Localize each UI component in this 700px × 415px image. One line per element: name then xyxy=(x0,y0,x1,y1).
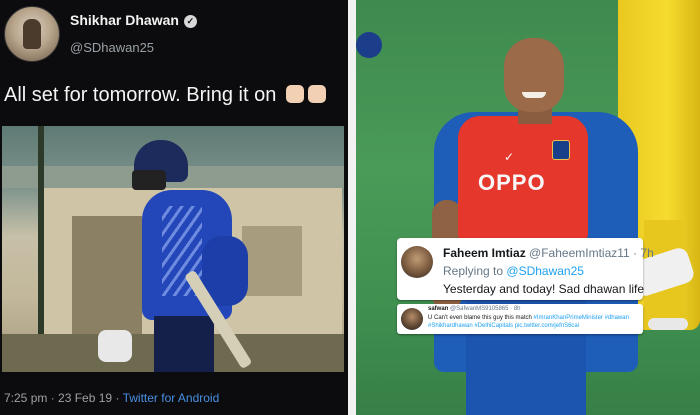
reply-header: Faheem Imtiaz @FaheemImtiaz11 · 7h xyxy=(443,246,654,260)
tweet-text: All set for tomorrow. Bring it on xyxy=(4,84,326,107)
reply2-text: U Can't even blame this guy this match xyxy=(428,315,532,321)
panel-divider xyxy=(348,0,356,415)
replying-to-line: Replying to @SDhawan25 xyxy=(443,264,584,278)
team-crest-icon xyxy=(552,140,570,160)
batsman-legs xyxy=(154,316,214,372)
author-name[interactable]: Shikhar Dhawan xyxy=(70,12,179,28)
reply2-avatar[interactable] xyxy=(401,308,423,330)
background-player-cap xyxy=(356,32,382,58)
hashtag-link[interactable]: #Shikhardhawan xyxy=(428,323,473,329)
hashtag-link[interactable]: #ImranKhanPrimeMinister xyxy=(534,315,603,321)
author-handle[interactable]: @SDhawan25 xyxy=(70,40,154,55)
hashtag-link[interactable]: #dhawan xyxy=(605,315,629,321)
tweet-screenshot-panel: Shikhar Dhawan ✓ @SDhawan25 All set for t… xyxy=(0,0,348,415)
tweet-date: 23 Feb 19 xyxy=(58,391,113,405)
reply2-text-line1: U Can't even blame this guy this match #… xyxy=(428,315,629,321)
author-avatar[interactable] xyxy=(4,6,60,62)
flexed-biceps-icon xyxy=(285,85,304,103)
match-photo-panel: ✓ OPPO xyxy=(356,0,700,415)
tweet-text-content: All set for tomorrow. Bring it on xyxy=(4,84,277,106)
replying-to-label: Replying to xyxy=(443,264,504,278)
tweet-source-app[interactable]: Twitter for Android xyxy=(123,391,220,405)
author-name-row[interactable]: Shikhar Dhawan ✓ xyxy=(70,12,197,28)
reply2-author-name[interactable]: safwan xyxy=(428,306,448,312)
verified-badge-icon: ✓ xyxy=(183,15,197,28)
swoosh-icon: ✓ xyxy=(504,150,515,164)
tweet-meta: 7:25 pm · 23 Feb 19 · Twitter for Androi… xyxy=(4,391,219,405)
tweet-time: 7:25 pm xyxy=(4,391,48,405)
batsman-glove xyxy=(98,330,132,362)
reply-text: Yesterday and today! Sad dhawan life xyxy=(443,282,645,296)
reply2-header: safwan @SafwanMS9105865 · 8h xyxy=(428,306,521,312)
thumbs-up-icon xyxy=(307,85,326,103)
reply2-text-line2: #Shikhardhawan #DelhiCapitals pic.twitte… xyxy=(428,323,579,329)
avatar-figure xyxy=(23,19,41,49)
tweet-photo[interactable] xyxy=(2,126,344,372)
photo-window xyxy=(242,226,302,296)
reply-time: 7h xyxy=(640,246,654,260)
reply2-separator: · xyxy=(510,306,513,312)
second-reply-tweet-card[interactable]: safwan @SafwanMS9105865 · 8h U Can't eve… xyxy=(397,304,643,334)
replying-to-handle-link[interactable]: @SDhawan25 xyxy=(506,264,584,278)
player-smile xyxy=(522,92,546,98)
reply-avatar[interactable] xyxy=(401,246,433,278)
reply2-time: 8h xyxy=(513,306,521,312)
player-head xyxy=(504,38,564,112)
meta-separator: · xyxy=(115,391,120,405)
reply-author-handle[interactable]: @FaheemImtiaz11 xyxy=(529,246,630,260)
reply-author-name[interactable]: Faheem Imtiaz xyxy=(443,246,526,260)
bib-sponsor-logo: OPPO xyxy=(478,170,546,195)
pic-link[interactable]: pic.twitter.com/jefnS6cai xyxy=(515,323,579,329)
reply-separator: · xyxy=(633,246,638,260)
reply-tweet-card[interactable]: Faheem Imtiaz @FaheemImtiaz11 · 7h Reply… xyxy=(397,238,654,300)
batsman-helmet-grill xyxy=(132,170,166,190)
photo-doorway xyxy=(72,216,142,336)
opponent-shoe xyxy=(648,318,688,330)
reply2-author-handle[interactable]: @SafwanMS9105865 xyxy=(450,306,508,312)
hashtag-link[interactable]: #DelhiCapitals xyxy=(474,323,513,329)
meta-separator: · xyxy=(50,391,55,405)
